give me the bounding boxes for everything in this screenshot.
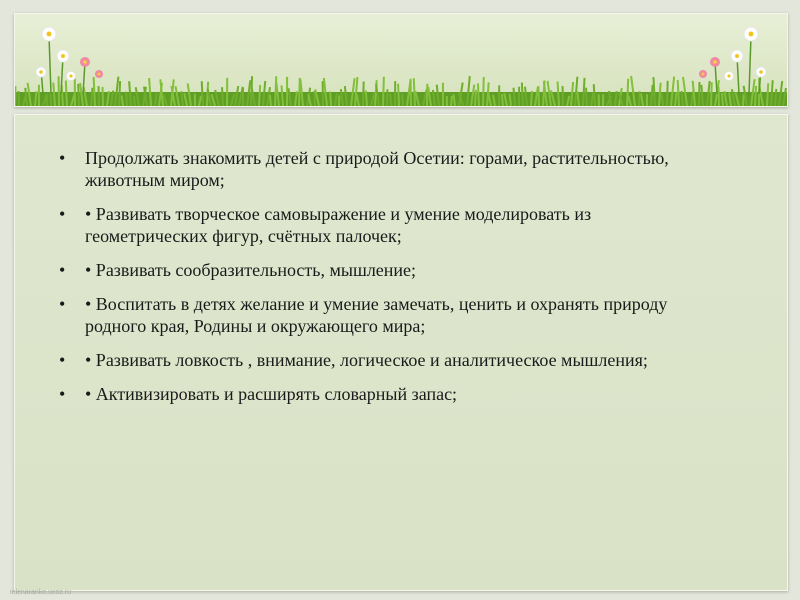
grass-blade	[200, 81, 204, 106]
bullet-marker: •	[59, 148, 66, 168]
daisy-icon	[56, 49, 70, 63]
flowers-right-decoration	[699, 26, 767, 95]
bullet-marker: •	[59, 260, 66, 280]
grass-blade	[474, 89, 477, 106]
list-item: • • Развивать ловкость , внимание, логиче…	[59, 349, 699, 371]
pink-flower-icon	[95, 70, 103, 78]
daisy-icon	[41, 26, 57, 42]
grass-blade	[364, 90, 368, 106]
watermark: ielenaranko.ucoz.ru	[10, 589, 72, 596]
grass-blade	[666, 80, 669, 106]
daisy-icon	[743, 26, 759, 42]
grass-blade	[125, 91, 128, 106]
list-item-text: • Воспитать в детях желание и умение зам…	[85, 294, 668, 336]
grass-blade	[268, 94, 272, 106]
grass-blade	[482, 76, 485, 106]
grass-blade	[382, 76, 385, 106]
grass-blade	[500, 94, 504, 106]
grass-blade	[313, 90, 316, 106]
daisy-icon	[724, 71, 734, 81]
list-item: • • Воспитать в детях желание и умение за…	[59, 293, 699, 337]
content-panel: • Продолжать знакомить детей с природой О…	[14, 114, 788, 591]
list-item-text: • Развивать творческое самовыражение и у…	[85, 204, 592, 246]
bullet-marker: •	[59, 204, 66, 224]
list-item: • • Развивать сообразительность, мышление…	[59, 259, 699, 281]
bullet-marker: •	[59, 294, 66, 314]
list-item: • • Развивать творческое самовыражение и …	[59, 203, 699, 247]
daisy-icon	[730, 49, 744, 63]
pink-flower-icon	[699, 70, 707, 78]
pink-flower-icon	[80, 57, 90, 67]
list-item-text: • Развивать ловкость , внимание, логичес…	[85, 350, 648, 370]
grass-blade	[132, 95, 136, 106]
grass-blade	[592, 84, 596, 106]
grass-decoration	[15, 75, 787, 106]
grass-blade	[537, 86, 540, 106]
bullet-marker: •	[59, 384, 66, 404]
daisy-icon	[755, 66, 767, 78]
daisy-icon	[35, 66, 47, 78]
grass-blade	[476, 83, 480, 106]
list-item-text: • Активизировать и расширять словарный з…	[85, 384, 458, 404]
grass-blade	[450, 95, 453, 106]
list-item: • Продолжать знакомить детей с природой О…	[59, 147, 699, 191]
grass-blade	[585, 87, 588, 106]
flowers-left-decoration	[35, 26, 103, 95]
header-banner	[14, 13, 788, 107]
grass-blade	[389, 93, 392, 106]
grass-blade	[638, 91, 641, 106]
pink-flower-icon	[710, 57, 720, 67]
grass-blade	[674, 92, 678, 106]
list-item-text: • Развивать сообразительность, мышление;	[85, 260, 417, 280]
bullet-marker: •	[59, 350, 66, 370]
grass-blade	[362, 81, 365, 106]
grass-blade	[397, 83, 400, 106]
bullet-list: • Продолжать знакомить детей с природой О…	[59, 147, 699, 417]
grass-blade	[520, 82, 524, 106]
grass-blade	[329, 91, 332, 106]
grass-blade	[298, 77, 301, 106]
grass-blade	[274, 76, 278, 106]
grass-blade	[626, 78, 630, 106]
grass-blade	[221, 87, 224, 106]
grass-blade	[401, 93, 404, 106]
grass-blade	[508, 93, 512, 106]
grass-blade	[258, 84, 262, 106]
daisy-icon	[66, 71, 76, 81]
list-item: • • Активизировать и расширять словарный …	[59, 383, 699, 405]
grass-blade	[530, 90, 533, 106]
list-item-text: Продолжать знакомить детей с природой Ос…	[85, 148, 669, 190]
grass-blade	[660, 93, 664, 106]
